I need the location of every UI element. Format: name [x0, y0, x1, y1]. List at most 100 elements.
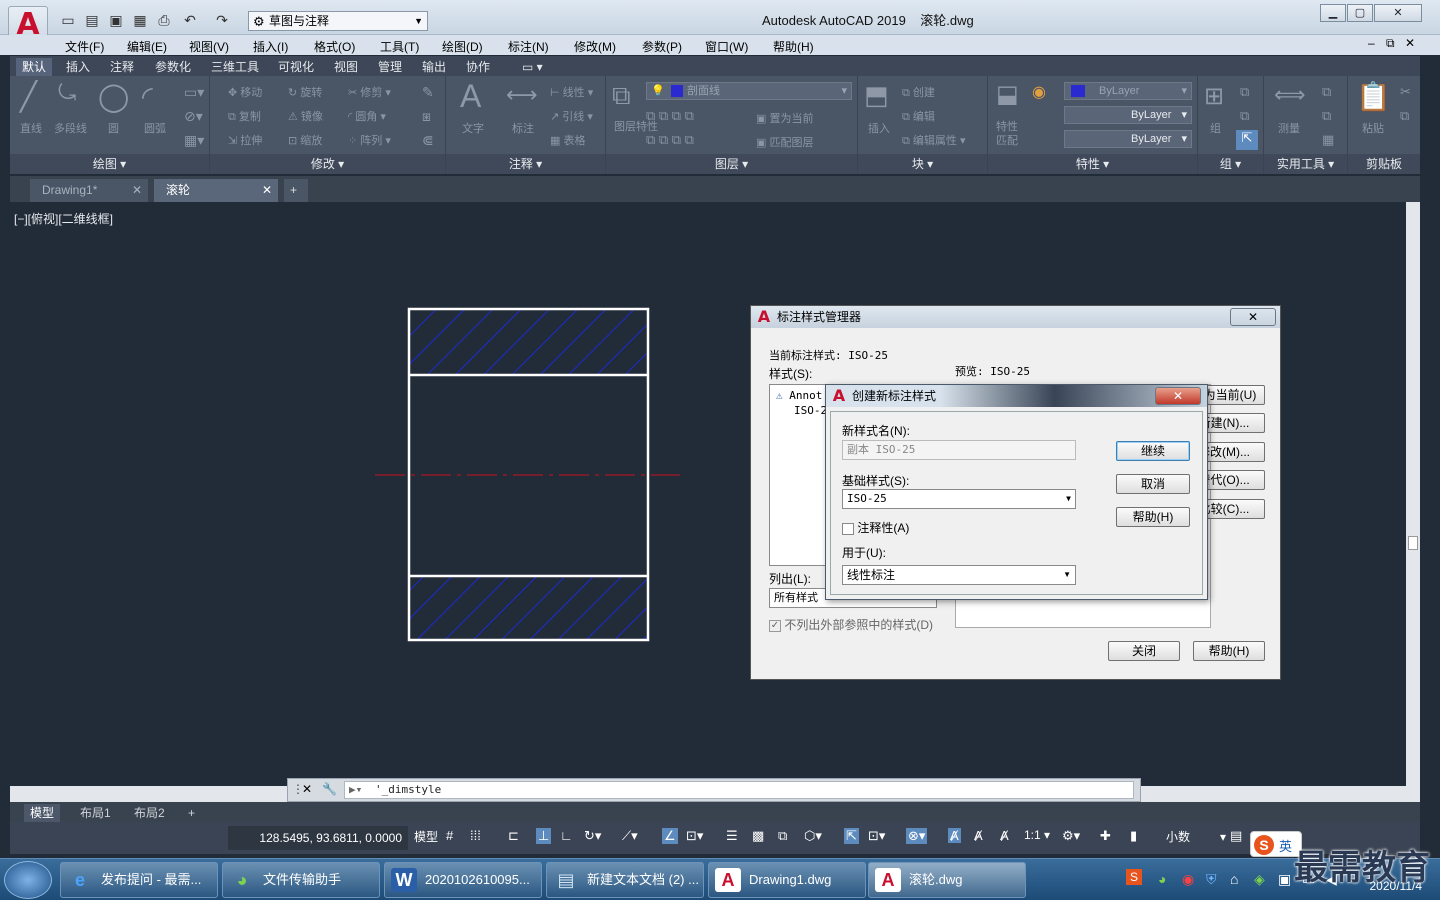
- dimension-icon[interactable]: ⟷: [506, 82, 538, 108]
- add-layout-button[interactable]: +: [182, 804, 201, 822]
- start-button[interactable]: [4, 861, 52, 899]
- network-icon[interactable]: ⌂: [1230, 871, 1238, 887]
- close-icon[interactable]: ✕: [262, 179, 272, 201]
- ungroup-icon[interactable]: ⧉: [1240, 84, 1249, 100]
- dimension-label[interactable]: 标注: [512, 120, 534, 136]
- close-window-button[interactable]: ✕: [1374, 4, 1422, 22]
- line-icon[interactable]: ╱: [20, 80, 37, 113]
- menu-window[interactable]: 窗口(W): [705, 38, 748, 55]
- base-style-select[interactable]: ISO-25 ▼: [842, 489, 1076, 509]
- command-input[interactable]: ▶▾ '_dimstyle: [344, 781, 1134, 799]
- insert-label[interactable]: 插入: [868, 120, 890, 136]
- hatch-icon[interactable]: ⊘▾: [184, 108, 203, 125]
- line-label[interactable]: 直线: [20, 120, 42, 136]
- polyline-icon[interactable]: ⤿: [58, 80, 76, 106]
- doc-tab-gunlun[interactable]: 滚轮 ✕: [154, 179, 278, 202]
- match-layer-tool[interactable]: ▣ 匹配图层: [756, 134, 813, 150]
- clipboard-panel-title[interactable]: 剪贴板: [1348, 154, 1420, 174]
- xref-checkbox[interactable]: ✓ 不列出外部参照中的样式(D): [769, 616, 933, 633]
- menu-dimension[interactable]: 标注(N): [508, 38, 549, 55]
- explode-icon[interactable]: ⧆: [422, 108, 431, 125]
- tray-app-icon[interactable]: ◈: [1254, 871, 1265, 888]
- match-properties-icon[interactable]: ⬓: [996, 80, 1019, 109]
- vertical-scroll-thumb[interactable]: [1408, 536, 1418, 550]
- calculator-icon[interactable]: ▦: [1322, 132, 1334, 148]
- trim-tool[interactable]: ✂ 修剪 ▾: [348, 84, 391, 100]
- save-icon[interactable]: ▣: [108, 12, 124, 28]
- redo-icon[interactable]: ↷: [214, 12, 230, 28]
- properties-panel-title[interactable]: 特性 ▾: [988, 154, 1197, 174]
- vertical-scrollbar[interactable]: [1406, 202, 1420, 786]
- fillet-tool[interactable]: ◜ 圆角 ▾: [348, 108, 386, 124]
- measure-label[interactable]: 测量: [1278, 120, 1300, 136]
- new-tab-button[interactable]: +: [284, 179, 308, 202]
- object-track-icon[interactable]: ∠: [662, 828, 678, 844]
- draw-panel-title[interactable]: 绘图 ▾: [10, 154, 209, 174]
- viewport-controls-label[interactable]: [−][俯视][二维线框]: [14, 210, 113, 227]
- doc-restore-icon[interactable]: ⧉: [1386, 36, 1395, 51]
- auto-scale-icon[interactable]: Ⱥ: [974, 828, 983, 843]
- doc-close-icon[interactable]: ✕: [1405, 36, 1415, 50]
- close-icon[interactable]: ✕: [302, 782, 312, 796]
- edit-attribute-tool[interactable]: ⧉ 编辑属性 ▾: [902, 132, 966, 148]
- model-space-toggle[interactable]: 模型: [414, 828, 438, 845]
- sogou-input-icon[interactable]: S: [1126, 869, 1142, 885]
- menu-file[interactable]: 文件(F): [65, 38, 104, 55]
- annotation-panel-title[interactable]: 注释 ▾: [446, 154, 605, 174]
- utilities-panel-title[interactable]: 实用工具 ▾: [1264, 154, 1347, 174]
- help-button[interactable]: 帮助(H): [1193, 641, 1265, 661]
- edit-block-tool[interactable]: ⧉ 编辑: [902, 108, 935, 124]
- infer-icon[interactable]: ⊏: [508, 828, 519, 844]
- group-label[interactable]: 组: [1210, 120, 1221, 136]
- move-tool[interactable]: ✥ 移动: [228, 84, 262, 100]
- insert-block-icon[interactable]: ⬒: [864, 80, 889, 111]
- tab-parametric[interactable]: 参数化: [155, 58, 191, 76]
- linear-tool[interactable]: ⊢ 线性 ▾: [550, 84, 593, 100]
- tab-insert[interactable]: 插入: [66, 58, 90, 76]
- match-properties-label[interactable]: 特性匹配: [996, 120, 1024, 148]
- polyline-label[interactable]: 多段线: [54, 120, 87, 136]
- dialog-title-bar[interactable]: A 标注样式管理器 ✕: [751, 306, 1280, 328]
- workspace-gear-icon[interactable]: ⚙▾: [1062, 828, 1080, 844]
- arc-label[interactable]: 圆弧: [144, 120, 166, 136]
- wechat-tray-icon[interactable]: ◕: [1158, 871, 1166, 887]
- measure-icon[interactable]: ⟺: [1274, 82, 1306, 108]
- antivirus-tray-icon[interactable]: ◉: [1182, 871, 1194, 888]
- annotation-scale-dropdown[interactable]: 1:1 ▾: [1024, 828, 1050, 842]
- close-button[interactable]: 关闭: [1108, 641, 1180, 661]
- color-dropdown[interactable]: ByLayer ▾: [1064, 82, 1192, 100]
- set-current-tool[interactable]: ▣ 置为当前: [756, 110, 813, 126]
- workspace-dropdown[interactable]: ⚙ 草图与注释 ▼: [248, 11, 428, 31]
- use-for-select[interactable]: 线性标注 ▼: [842, 565, 1076, 585]
- save-as-icon[interactable]: ▦: [132, 12, 148, 28]
- isodraft-icon[interactable]: ⟋▾: [622, 828, 638, 844]
- linetype-dropdown[interactable]: ByLayer ▾: [1064, 106, 1192, 124]
- tab-manage[interactable]: 管理: [378, 58, 402, 76]
- help-button[interactable]: 帮助(H): [1116, 507, 1190, 527]
- text-icon[interactable]: A: [460, 78, 481, 115]
- shield-icon[interactable]: ⛨: [1206, 871, 1217, 888]
- transparency-icon[interactable]: ▩: [752, 828, 764, 844]
- task-browser[interactable]: e 发布提问 - 最需...: [60, 862, 218, 898]
- tab-default[interactable]: 默认: [16, 58, 53, 76]
- scale-tool[interactable]: ⊡ 缩放: [288, 132, 322, 148]
- cut-icon[interactable]: ✂: [1400, 84, 1411, 100]
- paste-label[interactable]: 粘贴: [1362, 120, 1384, 136]
- snap-icon[interactable]: ⁞⁞⁞: [470, 828, 481, 843]
- table-tool[interactable]: ▦ 表格: [550, 132, 585, 148]
- menu-help[interactable]: 帮助(H): [773, 38, 814, 55]
- grid-icon[interactable]: #: [446, 828, 453, 843]
- cancel-button[interactable]: 取消: [1116, 474, 1190, 494]
- task-wechat-file-transfer[interactable]: ◕ 文件传输助手: [222, 862, 380, 898]
- group-edit-icon[interactable]: ⧉: [1240, 108, 1249, 124]
- layer-dropdown[interactable]: 💡 剖面线 ▾: [646, 82, 852, 100]
- layer-tools-row1[interactable]: ⧉ ⧉ ⧉ ⧉: [646, 108, 694, 124]
- layer-tools-row2[interactable]: ⧉ ⧉ ⧉ ⧉: [646, 132, 694, 148]
- dialog-close-button[interactable]: ✕: [1155, 387, 1201, 405]
- group-select-icon[interactable]: ⇱: [1236, 130, 1258, 150]
- leader-tool[interactable]: ↗ 引线 ▾: [550, 108, 593, 124]
- offset-icon[interactable]: ⋐: [422, 132, 434, 149]
- osnap-icon[interactable]: ⊡▾: [686, 828, 703, 844]
- tab-view[interactable]: 视图: [334, 58, 358, 76]
- task-notepad[interactable]: ▤ 新建文本文档 (2) ...: [546, 862, 704, 898]
